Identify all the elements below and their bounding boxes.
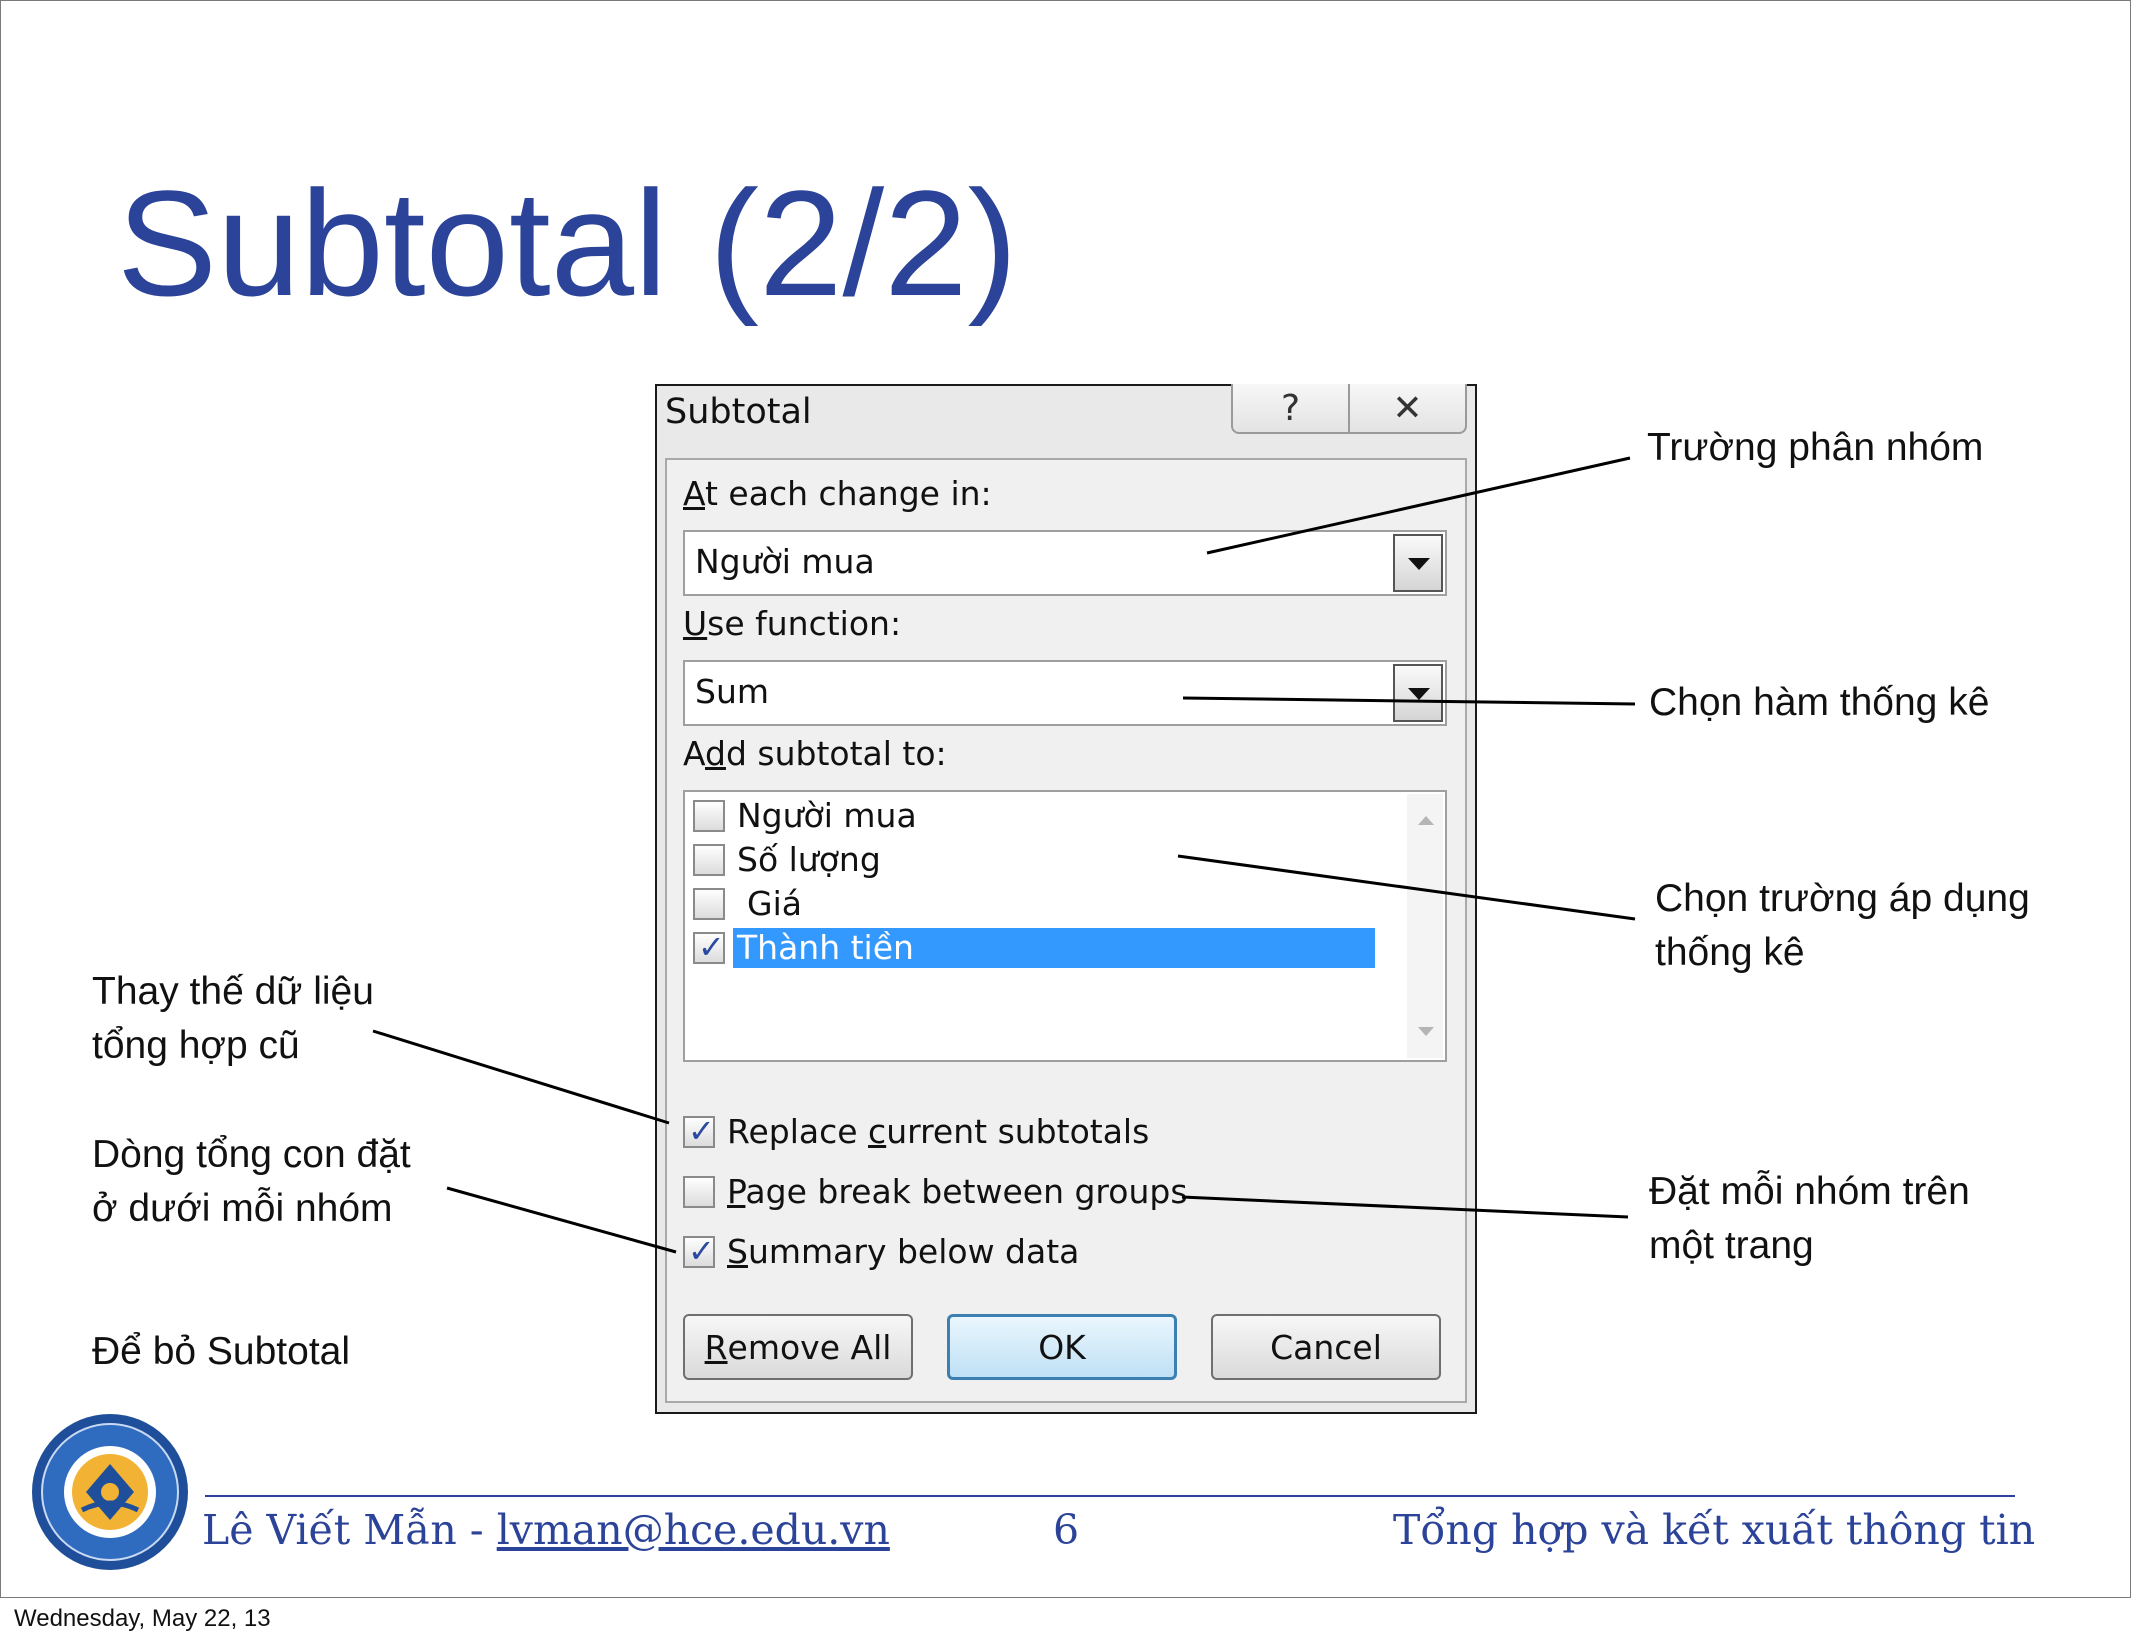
footer-author: Lê Viết Mẫn - lvman@hce.edu.vn [202, 1506, 890, 1554]
footer-course-title: Tổng hợp và kết xuất thông tin [1393, 1506, 2036, 1554]
callout-line-page [1181, 1195, 1629, 1219]
footer-page-number: 6 [1053, 1506, 1080, 1554]
annotation-remove: Để bỏ Subtotal [92, 1330, 351, 1373]
annotation-apply: Chọn trường áp dụng thống kê [1655, 877, 2030, 974]
annotation-replace: Thay thế dữ liệu tổng hợp cũ [92, 970, 374, 1067]
footer-rule [205, 1495, 2015, 1497]
callout-line-apply [1177, 854, 1636, 921]
callout-lines [372, 456, 1636, 1254]
callout-line-group-field [1206, 456, 1631, 555]
annotation-page-break: Đặt mỗi nhóm trên một trang [1649, 1170, 1970, 1267]
annotation-summary: Dòng tổng con đặt ở dưới mỗi nhóm [92, 1133, 411, 1230]
footer-email-link[interactable]: lvman@hce.edu.vn [497, 1506, 890, 1554]
college-logo [32, 1414, 188, 1570]
date-stamp: Wednesday, May 22, 13 [14, 1605, 271, 1632]
callout-line-function [1182, 696, 1636, 706]
callout-line-replace [372, 1029, 670, 1125]
annotation-group-field: Trường phân nhóm [1647, 426, 1984, 469]
callout-line-summary [446, 1186, 677, 1254]
annotation-function: Chọn hàm thống kê [1649, 681, 1990, 724]
